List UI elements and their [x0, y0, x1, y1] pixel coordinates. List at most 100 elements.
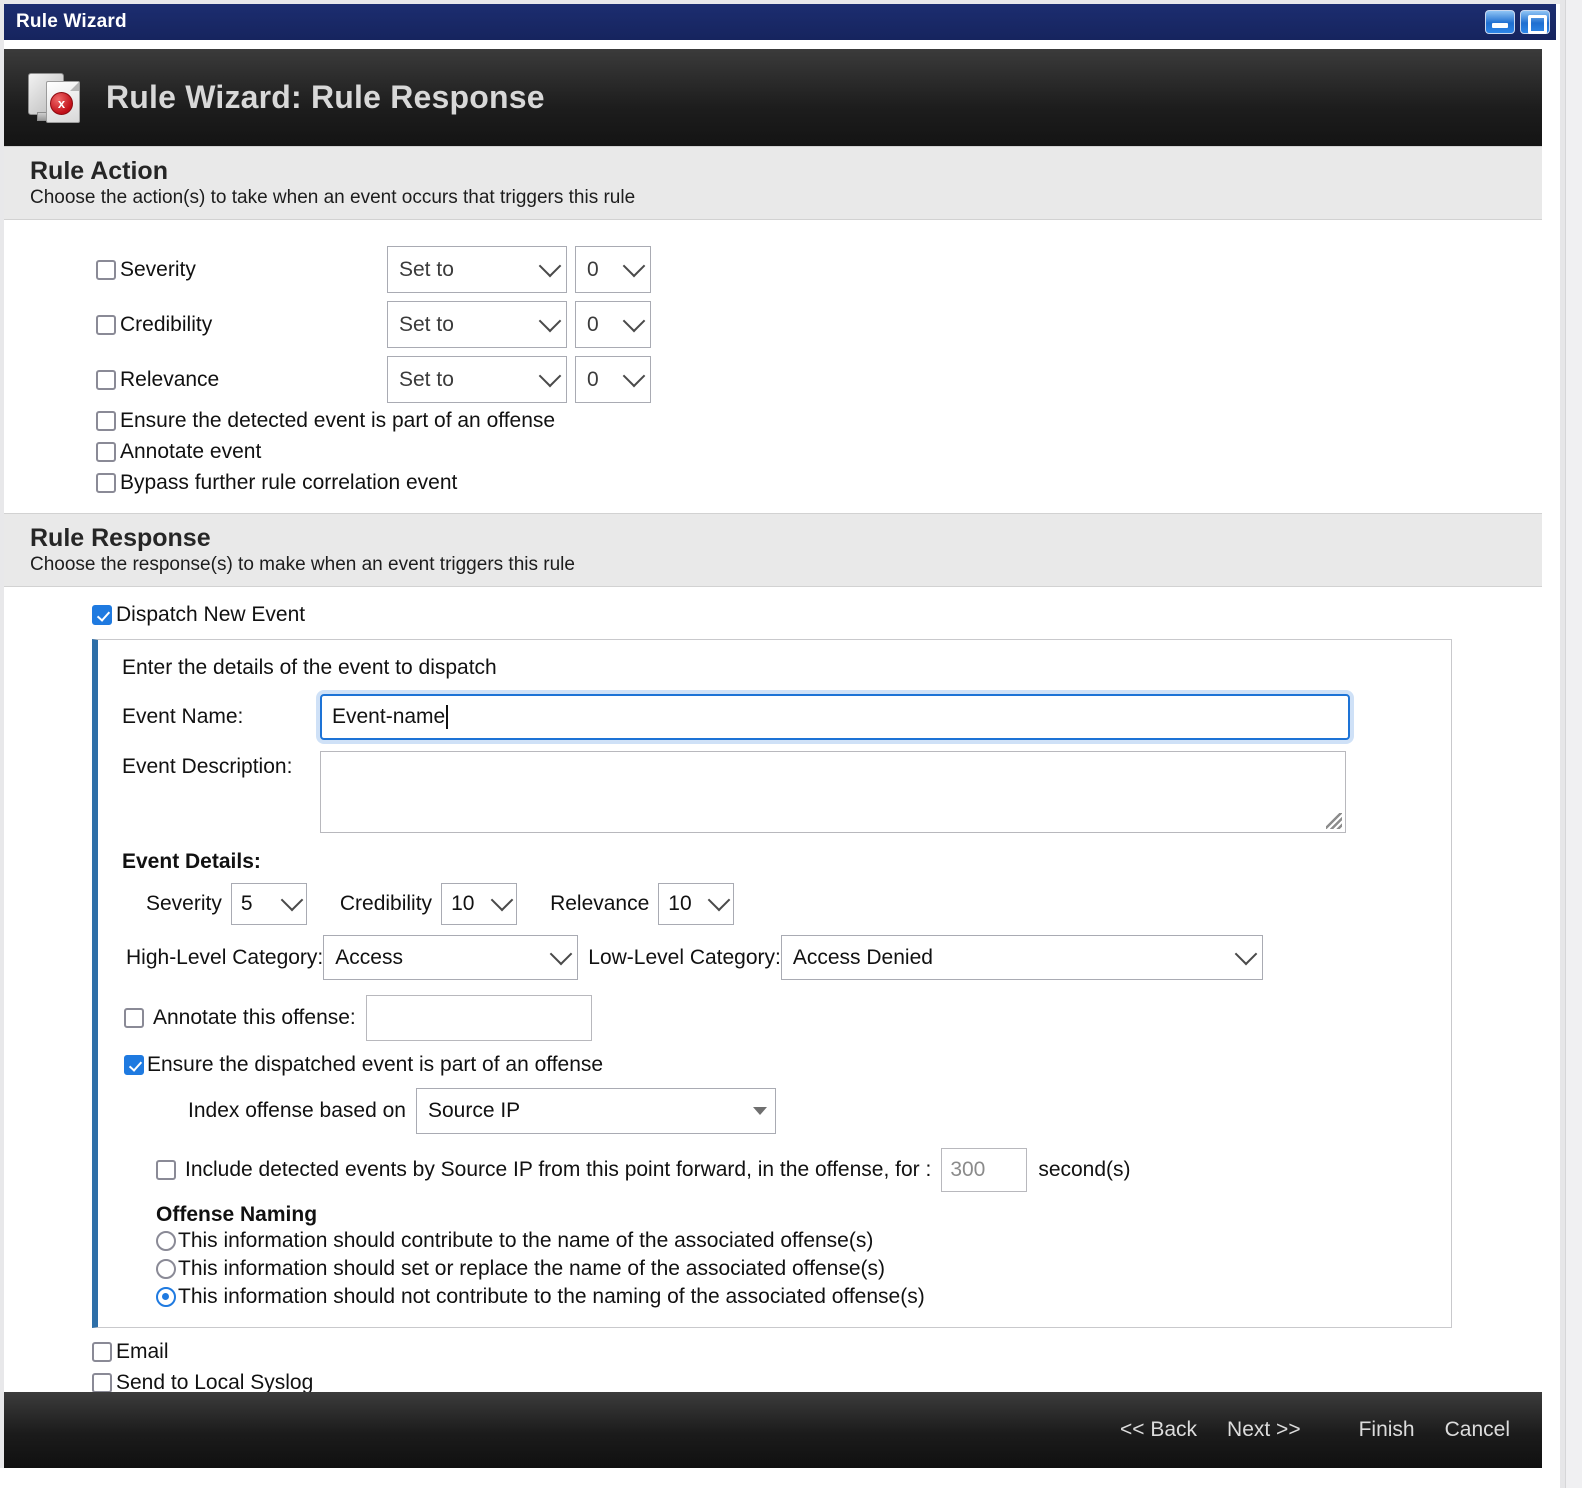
annotate-event-row[interactable]: Annotate event: [96, 440, 1542, 464]
include-seconds-input[interactable]: 300: [941, 1148, 1028, 1192]
chevron-down-icon: [280, 888, 304, 912]
offense-naming-label-1: This information should contribute to th…: [178, 1229, 874, 1252]
offense-naming-option-3[interactable]: This information should not contribute t…: [156, 1285, 1451, 1309]
detail-severity-value: 5: [240, 892, 253, 915]
event-name-value: Event-name: [332, 705, 446, 728]
chevron-down-icon: [707, 888, 731, 912]
email-checkbox[interactable]: [92, 1342, 112, 1362]
rule-response-subtitle: Choose the response(s) to make when an e…: [30, 554, 575, 575]
credibility-mode-select[interactable]: Set to: [387, 301, 567, 348]
offense-naming-option-1[interactable]: This information should contribute to th…: [156, 1229, 1451, 1253]
relevance-checkbox[interactable]: [96, 369, 116, 390]
annotate-offense-label: Annotate this offense:: [153, 1006, 356, 1029]
index-offense-value: Source IP: [427, 1099, 521, 1122]
maximize-icon[interactable]: [1520, 10, 1550, 34]
annotate-offense-checkbox[interactable]: [124, 1008, 144, 1028]
annotate-event-checkbox[interactable]: [96, 442, 116, 462]
severity-value-select[interactable]: 0: [575, 246, 651, 293]
ensure-dispatched-row[interactable]: Ensure the dispatched event is part of a…: [124, 1053, 1451, 1077]
error-badge: x: [50, 91, 73, 115]
ensure-detected-checkbox[interactable]: [96, 411, 116, 431]
rule-action-body: Severity Set to 0 Credibility Set to 0 R…: [4, 220, 1542, 495]
high-level-category-value: Access: [335, 945, 403, 969]
ensure-dispatched-checkbox[interactable]: [124, 1055, 144, 1075]
credibility-value-select[interactable]: 0: [575, 301, 651, 348]
detail-relevance-value: 10: [668, 892, 692, 915]
event-name-input[interactable]: Event-name: [320, 694, 1350, 740]
detail-credibility-value: 10: [451, 892, 475, 915]
email-label: Email: [116, 1340, 169, 1363]
window-bottom-edge: [0, 1468, 1582, 1488]
detail-relevance-select[interactable]: 10: [658, 883, 735, 925]
resize-grip-icon[interactable]: [1326, 813, 1342, 829]
rule-error-document-icon: x: [26, 68, 84, 128]
offense-naming-radio-replace[interactable]: [156, 1259, 176, 1279]
seconds-suffix-label: second(s): [1038, 1158, 1131, 1181]
severity-mode-select[interactable]: Set to: [387, 246, 567, 293]
relevance-value-select[interactable]: 0: [575, 356, 651, 403]
chevron-down-icon: [622, 254, 646, 277]
detail-severity-select[interactable]: 5: [230, 883, 307, 925]
bypass-correlation-checkbox[interactable]: [96, 473, 116, 493]
chevron-down-icon: [1234, 942, 1258, 965]
send-local-syslog-row[interactable]: Send to Local Syslog: [92, 1371, 1542, 1392]
rule-action-title: Rule Action: [30, 157, 168, 185]
annotate-offense-input[interactable]: [365, 995, 592, 1041]
offense-naming-radio-contribute[interactable]: [156, 1231, 176, 1251]
chevron-down-icon: [622, 309, 646, 332]
event-description-label: Event Description:: [122, 755, 293, 778]
credibility-value: 0: [587, 312, 599, 336]
relevance-mode-select[interactable]: Set to: [387, 356, 567, 403]
detail-relevance-label: Relevance: [550, 892, 650, 915]
event-description-row: Event Description:: [122, 751, 1451, 833]
dispatch-panel-intro: Enter the details of the event to dispat…: [122, 656, 497, 679]
severity-mode-value: Set to: [399, 257, 454, 281]
low-level-category-label: Low-Level Category:: [588, 945, 781, 969]
window-titlebar: Rule Wizard: [4, 4, 1556, 40]
index-offense-label: Index offense based on: [188, 1099, 406, 1122]
rule-response-title: Rule Response: [30, 524, 211, 552]
credibility-action-row: Credibility Set to 0: [96, 301, 1542, 348]
high-level-category-select[interactable]: Access: [323, 935, 579, 980]
next-button[interactable]: Next >>: [1225, 1414, 1303, 1446]
event-description-textarea[interactable]: [320, 751, 1346, 833]
dispatch-new-event-row[interactable]: Dispatch New Event: [92, 603, 1542, 627]
bypass-correlation-row[interactable]: Bypass further rule correlation event: [96, 471, 1542, 495]
minimize-icon[interactable]: [1485, 10, 1515, 34]
offense-naming-radio-none[interactable]: [156, 1287, 176, 1307]
category-row: High-Level Category: Access Low-Level Ca…: [126, 935, 1451, 980]
relevance-label: Relevance: [120, 367, 220, 391]
ensure-detected-row[interactable]: Ensure the detected event is part of an …: [96, 409, 1542, 433]
include-detected-checkbox[interactable]: [156, 1160, 176, 1180]
annotate-offense-row: Annotate this offense:: [124, 995, 1451, 1041]
offense-naming-title: Offense Naming: [156, 1203, 318, 1226]
chevron-down-icon: [538, 254, 562, 277]
cancel-button[interactable]: Cancel: [1443, 1414, 1512, 1446]
window-title: Rule Wizard: [16, 11, 127, 32]
low-level-category-select[interactable]: Access Denied: [780, 935, 1263, 980]
dispatch-new-event-checkbox[interactable]: [92, 605, 112, 625]
detail-credibility-label: Credibility: [339, 892, 433, 915]
high-level-category-label: High-Level Category:: [126, 945, 324, 969]
credibility-mode-value: Set to: [399, 312, 454, 336]
severity-value: 0: [587, 257, 599, 281]
low-level-category-value: Access Denied: [792, 945, 933, 969]
finish-button[interactable]: Finish: [1357, 1414, 1417, 1446]
offense-naming-option-2[interactable]: This information should set or replace t…: [156, 1257, 1451, 1281]
severity-checkbox[interactable]: [96, 259, 116, 280]
email-response-row[interactable]: Email: [92, 1340, 1542, 1364]
send-local-syslog-checkbox[interactable]: [92, 1373, 112, 1392]
page-title: Rule Wizard: Rule Response: [106, 79, 545, 115]
ensure-detected-label: Ensure the detected event is part of an …: [120, 409, 556, 432]
page-scrollbar[interactable]: [1565, 0, 1582, 1488]
detail-credibility-select[interactable]: 10: [441, 883, 518, 925]
ensure-dispatched-label: Ensure the dispatched event is part of a…: [147, 1053, 604, 1076]
rule-response-section-header: Rule Response Choose the response(s) to …: [4, 513, 1542, 587]
back-button[interactable]: << Back: [1118, 1414, 1199, 1446]
index-offense-select[interactable]: Source IP: [415, 1088, 776, 1134]
severity-label: Severity: [120, 257, 196, 281]
chevron-down-icon: [490, 888, 514, 912]
annotate-event-label: Annotate event: [120, 440, 262, 463]
credibility-checkbox[interactable]: [96, 314, 116, 335]
text-caret: [446, 705, 448, 729]
